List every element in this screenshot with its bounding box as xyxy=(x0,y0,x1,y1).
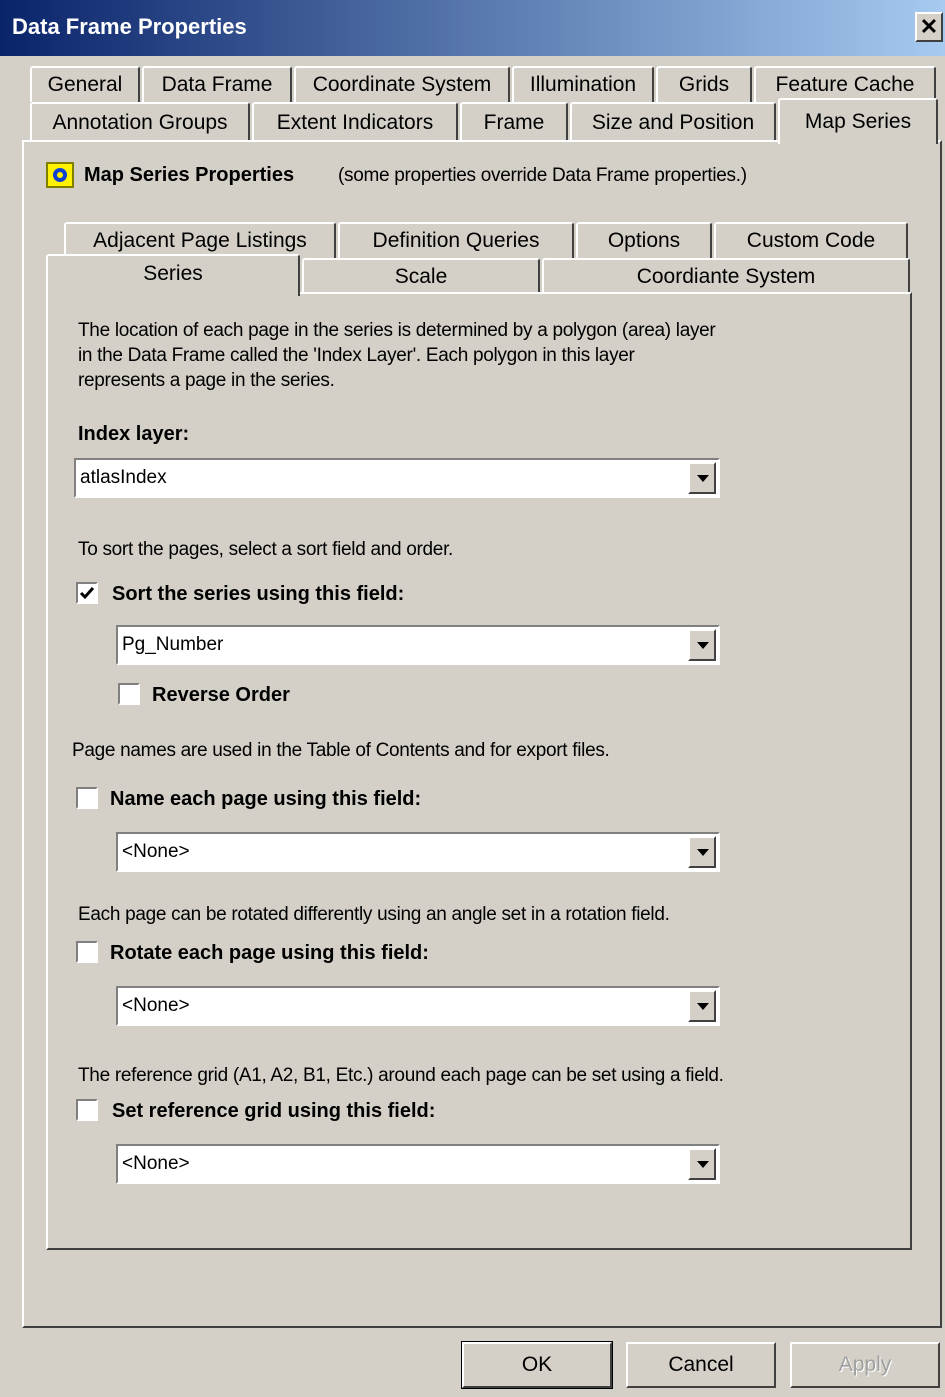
tab-label: Extent Indicators xyxy=(276,111,434,134)
tab-label: Grids xyxy=(678,73,730,96)
name-field-value: <None> xyxy=(122,841,190,862)
map-series-title: Map Series Properties xyxy=(84,164,295,186)
tab-label: Adjacent Page Listings xyxy=(93,229,307,252)
window-title: Data Frame Properties xyxy=(12,14,247,39)
reverse-order-checkbox[interactable] xyxy=(118,683,140,705)
tab-general[interactable]: General xyxy=(30,66,140,102)
index-layer-label: Index layer: xyxy=(78,423,190,445)
map-series-icon xyxy=(46,162,74,188)
map-series-note: (some properties override Data Frame pro… xyxy=(338,165,747,186)
tab-size-and-position[interactable]: Size and Position xyxy=(570,102,776,142)
tab-illumination[interactable]: Illumination xyxy=(512,66,654,102)
grid-checkbox[interactable] xyxy=(76,1099,98,1121)
sort-checkbox[interactable] xyxy=(76,582,98,604)
grid-field-dropdown-button[interactable] xyxy=(688,1148,716,1180)
tab-label: Series xyxy=(143,262,203,285)
tab-custom-code[interactable]: Custom Code xyxy=(714,222,908,258)
chevron-down-icon xyxy=(697,849,709,856)
tab-label: Annotation Groups xyxy=(52,111,228,134)
tab-label: Feature Cache xyxy=(775,73,915,96)
name-field-select[interactable]: <None> xyxy=(116,832,720,872)
tab-label: Data Frame xyxy=(161,73,273,96)
sort-field-dropdown-button[interactable] xyxy=(688,629,716,661)
name-label: Name each page using this field: xyxy=(110,788,422,810)
ok-button[interactable]: OK xyxy=(461,1341,613,1389)
tab-scale[interactable]: Scale xyxy=(302,258,540,294)
tab-label: Coordinate System xyxy=(312,73,492,96)
tab-extent-indicators[interactable]: Extent Indicators xyxy=(252,102,458,142)
tab-coordinate-system-series[interactable]: Coordiante System xyxy=(542,258,910,294)
tab-series[interactable]: Series xyxy=(46,254,300,296)
sort-field-select[interactable]: Pg_Number xyxy=(116,625,720,665)
tab-label: Scale xyxy=(394,265,448,288)
tab-map-series[interactable]: Map Series xyxy=(778,98,938,144)
tab-label: Custom Code xyxy=(746,229,876,252)
index-layer-value: atlasIndex xyxy=(80,467,167,488)
cancel-button[interactable]: Cancel xyxy=(626,1342,776,1388)
grid-field-value: <None> xyxy=(122,1153,190,1174)
name-field-dropdown-button[interactable] xyxy=(688,836,716,868)
sort-hint: To sort the pages, select a sort field a… xyxy=(78,539,454,560)
sort-field-value: Pg_Number xyxy=(122,634,224,655)
tab-label: Options xyxy=(607,229,681,252)
close-icon: ✕ xyxy=(919,14,939,39)
title-bar: Data Frame Properties ✕ xyxy=(0,0,945,56)
chevron-down-icon xyxy=(697,1161,709,1168)
reverse-order-label: Reverse Order xyxy=(152,684,290,706)
tab-label: Size and Position xyxy=(591,111,755,134)
intro-line-3: represents a page in the series. xyxy=(78,370,335,391)
tab-label: Illumination xyxy=(529,73,637,96)
tab-definition-queries[interactable]: Definition Queries xyxy=(338,222,574,258)
tab-adjacent-page-listings[interactable]: Adjacent Page Listings xyxy=(64,222,336,258)
tab-label: Coordiante System xyxy=(636,265,816,288)
tab-grids[interactable]: Grids xyxy=(656,66,752,102)
tab-label: Map Series xyxy=(804,110,912,133)
tab-options[interactable]: Options xyxy=(576,222,712,258)
tab-coordinate-system[interactable]: Coordinate System xyxy=(294,66,510,102)
name-checkbox[interactable] xyxy=(76,787,98,809)
grid-field-select[interactable]: <None> xyxy=(116,1144,720,1184)
rotate-hint: Each page can be rotated differently usi… xyxy=(78,904,670,925)
index-layer-select[interactable]: atlasIndex xyxy=(74,458,720,498)
name-hint: Page names are used in the Table of Cont… xyxy=(72,740,610,761)
chevron-down-icon xyxy=(697,1003,709,1010)
intro-line-2: in the Data Frame called the 'Index Laye… xyxy=(78,345,635,366)
chevron-down-icon xyxy=(697,475,709,482)
grid-label: Set reference grid using this field: xyxy=(112,1100,436,1122)
rotate-field-select[interactable]: <None> xyxy=(116,986,720,1026)
chevron-down-icon xyxy=(697,642,709,649)
sort-label: Sort the series using this field: xyxy=(112,583,405,605)
index-layer-dropdown-button[interactable] xyxy=(688,462,716,494)
apply-button[interactable]: Apply xyxy=(790,1342,940,1388)
intro-line-1: The location of each page in the series … xyxy=(78,320,716,341)
rotate-field-dropdown-button[interactable] xyxy=(688,990,716,1022)
tab-frame[interactable]: Frame xyxy=(460,102,568,142)
checkmark-icon xyxy=(79,587,95,600)
tab-label: Definition Queries xyxy=(372,229,540,252)
tab-data-frame[interactable]: Data Frame xyxy=(142,66,292,102)
tab-label: General xyxy=(47,73,123,96)
rotate-label: Rotate each page using this field: xyxy=(110,942,429,964)
tab-feature-cache[interactable]: Feature Cache xyxy=(754,66,936,102)
close-button[interactable]: ✕ xyxy=(915,12,943,42)
rotate-field-value: <None> xyxy=(122,995,190,1016)
rotate-checkbox[interactable] xyxy=(76,941,98,963)
grid-hint: The reference grid (A1, A2, B1, Etc.) ar… xyxy=(78,1065,724,1086)
tab-annotation-groups[interactable]: Annotation Groups xyxy=(30,102,250,142)
tab-label: Frame xyxy=(483,111,545,134)
